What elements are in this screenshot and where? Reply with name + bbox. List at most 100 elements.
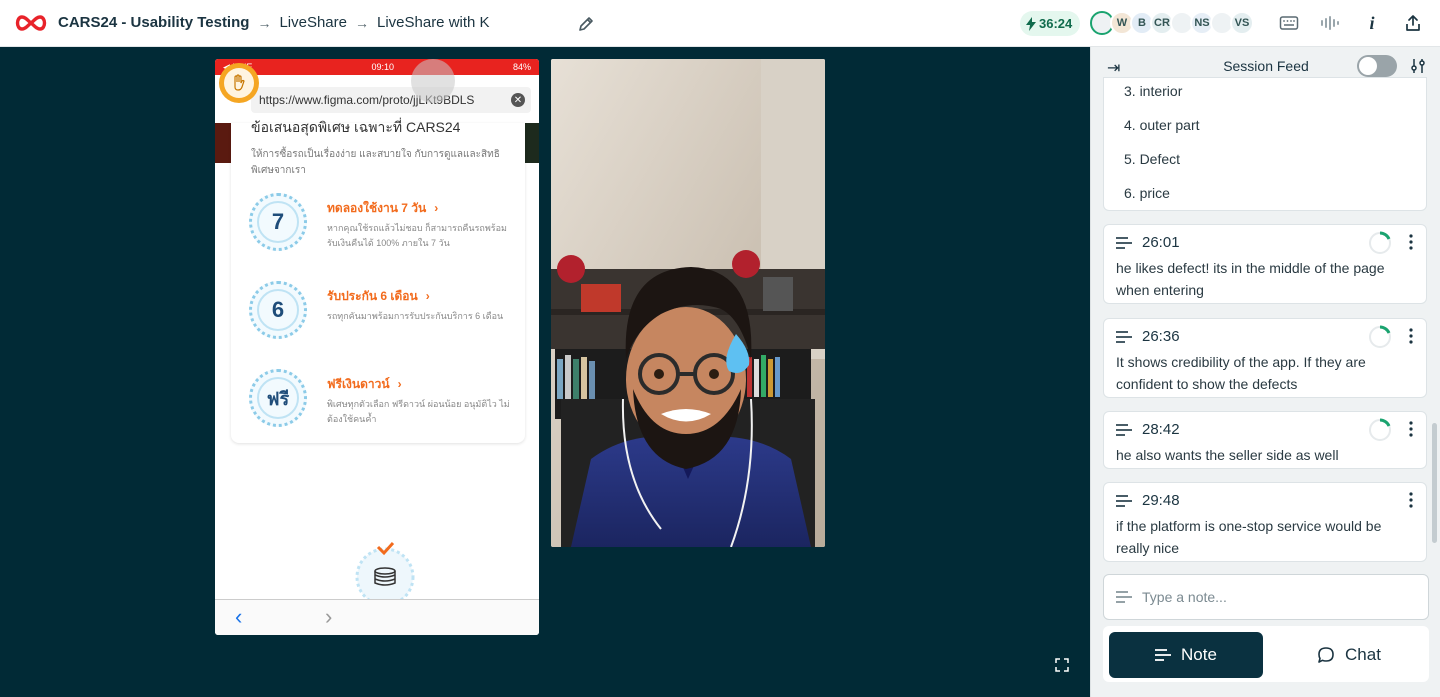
feed-toggle[interactable] [1357, 55, 1397, 77]
note-lines-icon [1116, 494, 1132, 507]
trial-badge-icon: 7 [249, 193, 307, 251]
benefit-item[interactable]: ฟรี ฟรีเงินดาวน์ › พิเศษทุกตัวเลือก ฟรีดา… [249, 369, 519, 439]
fullscreen-icon[interactable] [1055, 658, 1069, 672]
more-options-icon[interactable] [1408, 234, 1414, 250]
list-item: 5. Defect [1124, 151, 1181, 167]
progress-ring-icon [1369, 325, 1391, 348]
top-bar: CARS24 - Usability Testing → LiveShare →… [0, 0, 1440, 47]
forward-chevron-icon[interactable]: › [325, 604, 332, 630]
url-field[interactable]: https://www.figma.com/proto/jjLKt9BDLS ✕ [251, 87, 531, 113]
benefit-title-text: ฟรีเงินดาวน์ [327, 377, 390, 391]
note-lines-icon [1116, 236, 1132, 249]
participant-avatars: W B CR NS VS [1090, 11, 1254, 35]
more-options-icon[interactable] [1408, 492, 1414, 508]
chat-tab-label: Chat [1345, 645, 1381, 664]
back-chevron-icon[interactable]: ‹ [235, 604, 242, 630]
note-card[interactable]: 3. interior 4. outer part 5. Defect 6. p… [1103, 77, 1427, 211]
camera-image [551, 59, 825, 547]
breadcrumb: CARS24 - Usability Testing → LiveShare →… [58, 14, 490, 31]
info-icon[interactable]: i [1362, 13, 1382, 33]
toggle-knob [1359, 57, 1377, 75]
participant-camera-feed [551, 59, 825, 547]
benefit-title-text: ทดลองใช้งาน 7 วัน [327, 201, 427, 215]
note-timestamp[interactable]: 26:01 [1142, 234, 1180, 251]
logo-icon[interactable] [12, 13, 50, 33]
benefit-desc: หากคุณใช้รถแล้วไม่ชอบ ก็สามารถคืนรถพร้อม… [327, 223, 507, 248]
filter-sliders-icon[interactable] [1409, 57, 1427, 75]
progress-ring-icon [1369, 418, 1391, 441]
share-icon[interactable] [1403, 13, 1423, 33]
participant-avatar[interactable]: VS [1230, 11, 1254, 35]
benefit-desc: รถทุกคันมาพร้อมการรับประกันบริการ 6 เดือ… [327, 311, 504, 321]
note-timestamp[interactable]: 28:42 [1142, 421, 1180, 438]
phone-page: ข้อเสนอสุดพิเศษ เฉพาะที่ CARS24 ให้การซื… [215, 119, 539, 603]
note-timestamp[interactable]: 26:36 [1142, 328, 1180, 345]
promo-title: ข้อเสนอสุดพิเศษ เฉพาะที่ CARS24 [251, 119, 461, 135]
breadcrumb-project[interactable]: CARS24 - Usability Testing [58, 14, 249, 31]
session-feed-panel: ⇥ Session Feed 3. interior 4. outer part… [1090, 47, 1440, 697]
list-item: 6. price [1124, 185, 1170, 201]
note-card[interactable]: 28:42 he also wants the seller side as w… [1103, 411, 1427, 469]
chevron-right-icon: › [425, 289, 430, 303]
progress-ring-icon [1369, 231, 1391, 254]
note-input[interactable] [1142, 589, 1402, 605]
hand-icon [224, 68, 254, 98]
free-down-badge-icon: ฟรี [249, 369, 307, 427]
note-card[interactable]: 26:01 he likes defect! its in the middle… [1103, 224, 1427, 304]
note-tab-label: Note [1181, 645, 1217, 664]
chat-bubble-icon [1318, 647, 1334, 663]
benefit-item[interactable]: 7 ทดลองใช้งาน 7 วัน › หากคุณใช้รถแล้วไม่ช… [249, 193, 519, 263]
session-timer: 36:24 [1020, 11, 1081, 36]
note-header: 28:42 [1116, 421, 1180, 438]
phone-status-bar: ◀ LINE 09:10 84% [215, 59, 539, 75]
badge-number: 7 [257, 201, 299, 243]
badge-number: 6 [257, 289, 299, 331]
background-image [523, 123, 539, 163]
benefit-title: ทดลองใช้งาน 7 วัน › [327, 199, 438, 218]
note-header: 26:01 [1116, 234, 1180, 251]
keyboard-icon[interactable] [1279, 13, 1299, 33]
pencil-icon[interactable] [577, 15, 595, 33]
background-image [215, 123, 231, 163]
benefit-title: ฟรีเงินดาวน์ › [327, 375, 402, 394]
timer-value: 36:24 [1039, 16, 1073, 31]
note-card[interactable]: 26:36 It shows credibility of the app. I… [1103, 318, 1427, 398]
note-input-box [1103, 574, 1429, 620]
note-text: if the platform is one-stop service woul… [1116, 518, 1382, 556]
waveform-icon[interactable] [1320, 13, 1340, 33]
coins-checkmark-icon [345, 541, 425, 603]
chat-tab-button[interactable]: Chat [1279, 632, 1419, 678]
touch-indicator [411, 59, 455, 103]
status-battery: 84% [512, 62, 531, 72]
benefits-card: ข้อเสนอสุดพิเศษ เฉพาะที่ CARS24 ให้การซื… [231, 119, 525, 443]
screen-share-phone: ◀ LINE 09:10 84% https://www.figma.com/p… [215, 59, 539, 635]
note-timestamp[interactable]: 29:48 [1142, 492, 1180, 509]
benefit-title-text: รับประกัน 6 เดือน [327, 289, 418, 303]
mode-switcher: Note Chat [1103, 626, 1429, 682]
promo-subtitle: ให้การซื้อรถเป็นเรื่องง่าย และสบายใจ กับ… [251, 149, 500, 176]
breadcrumb-separator: → [354, 14, 369, 31]
benefit-item[interactable]: 6 รับประกัน 6 เดือน › รถทุกคันมาพร้อมการร… [249, 281, 519, 351]
note-lines-icon [1116, 423, 1132, 436]
more-options-icon[interactable] [1408, 421, 1414, 437]
browser-nav-bar: ‹ › [215, 599, 539, 635]
note-text: It shows credibility of the app. If they… [1116, 354, 1366, 392]
note-tab-button[interactable]: Note [1109, 632, 1263, 678]
breadcrumb-liveshare[interactable]: LiveShare [279, 14, 347, 31]
breadcrumb-separator: → [257, 14, 272, 31]
raise-hand-badge[interactable] [219, 63, 259, 103]
note-lines-icon [1116, 591, 1132, 603]
browser-url-bar: https://www.figma.com/proto/jjLKt9BDLS ✕ [221, 79, 531, 121]
feed-scrollbar[interactable] [1432, 423, 1437, 543]
note-card[interactable]: 29:48 if the platform is one-stop servic… [1103, 482, 1427, 562]
note-text: he likes defect! its in the middle of th… [1116, 260, 1385, 298]
clear-url-icon[interactable]: ✕ [511, 93, 525, 107]
chevron-right-icon: › [434, 201, 439, 215]
note-header: 26:36 [1116, 328, 1180, 345]
note-text: he also wants the seller side as well [1116, 447, 1339, 463]
note-lines-icon [1155, 649, 1172, 661]
more-options-icon[interactable] [1408, 328, 1414, 344]
list-item: 3. interior [1124, 83, 1183, 99]
lightning-icon [1026, 16, 1036, 31]
video-stage [0, 47, 1090, 697]
